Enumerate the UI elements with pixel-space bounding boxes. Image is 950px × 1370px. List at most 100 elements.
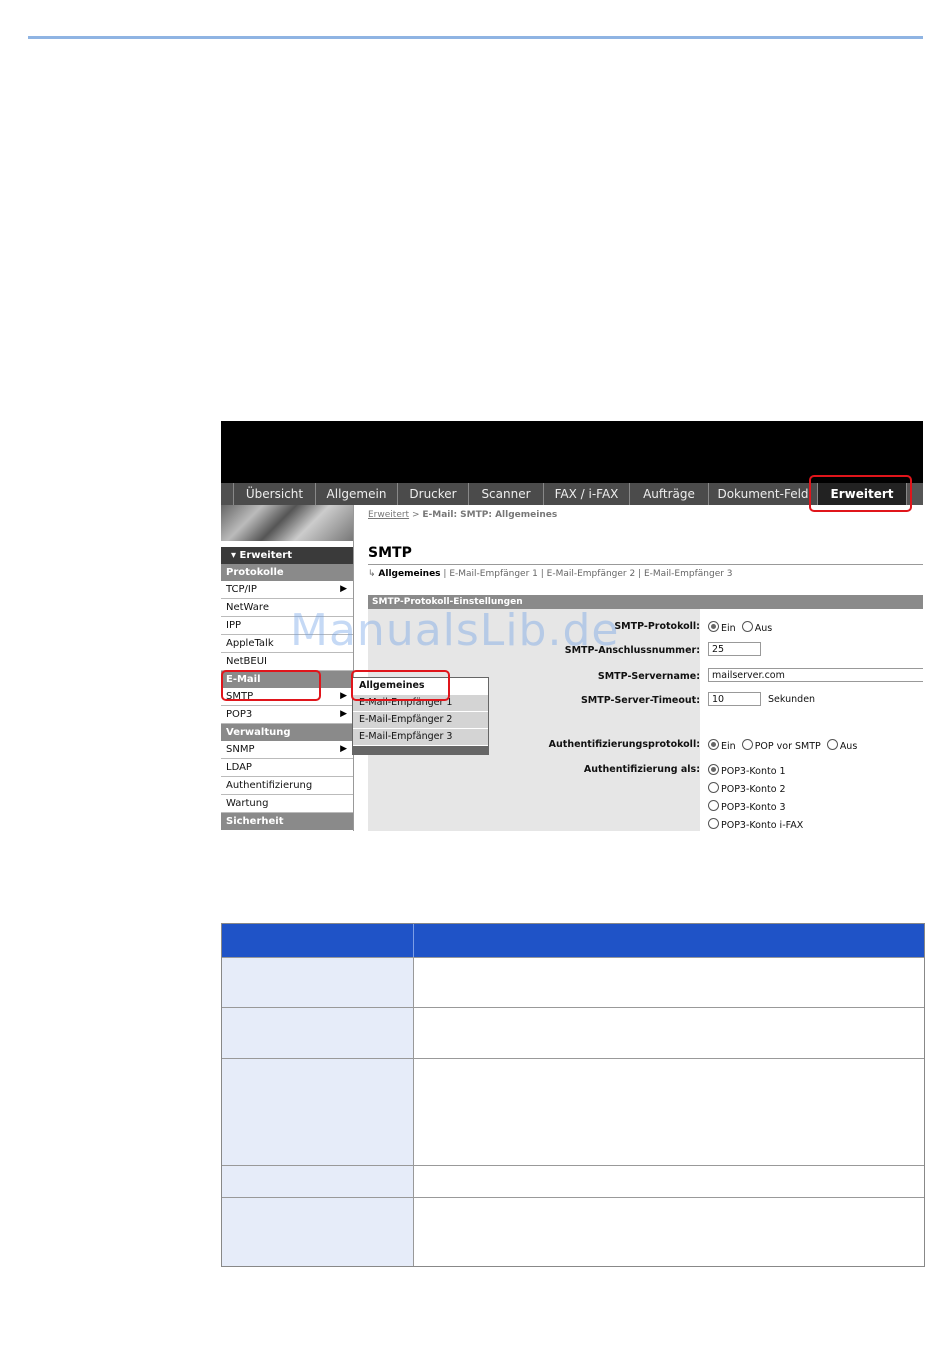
sidebar-item-label: SNMP [226, 744, 255, 755]
table-cell [414, 1166, 924, 1197]
table-cell [222, 1166, 414, 1197]
auth-option-1-label: POP3-Konto 1 [721, 766, 786, 777]
server-name-input[interactable]: mailserver.com [708, 668, 923, 682]
tab-allgemein[interactable]: Allgemein [316, 483, 398, 505]
chevron-right-icon: ▶ [340, 584, 347, 594]
server-field-wrap: mailserver.com [708, 668, 923, 682]
tab-drucker[interactable]: Drucker [398, 483, 469, 505]
auth-protocol-label: Authentifizierungsprotokoll: [548, 739, 700, 750]
sidebar-item-label: AppleTalk [226, 638, 274, 649]
breadcrumb: Erweitert > E-Mail: SMTP: Allgemeines [368, 510, 557, 520]
submenu-empfaenger-2[interactable]: E-Mail-Empfänger 2 [353, 712, 488, 729]
smtp-on-radio[interactable] [708, 621, 719, 632]
sidebar-section-9: Verwaltung [221, 724, 353, 741]
sidebar-item-15[interactable]: Sichere Protokolle [221, 830, 353, 831]
pop-before-smtp-label: POP vor SMTP [754, 741, 821, 752]
table-row [222, 957, 924, 1007]
sidebar-section-14: Sicherheit [221, 813, 353, 830]
sidebar-head[interactable]: ▾ Erweitert [221, 547, 353, 564]
sidebar-item-label: NetBEUI [226, 656, 268, 667]
pop-before-smtp-radio[interactable] [741, 739, 753, 750]
top-divider [28, 36, 923, 39]
subtab-empfaenger-2[interactable]: E-Mail-Empfänger 2 [547, 569, 636, 579]
timeout-label: SMTP-Server-Timeout: [580, 695, 700, 706]
breadcrumb-separator: > [409, 510, 423, 520]
auth-option-1-radio[interactable] [708, 764, 719, 775]
subtab-empfaenger-1[interactable]: E-Mail-Empfänger 1 [449, 569, 538, 579]
auth-option-1: POP3-Konto 1 [708, 764, 786, 777]
table-row [222, 1165, 924, 1197]
table-cell [414, 1059, 924, 1165]
sidebar-item-label: Protokolle [226, 567, 284, 578]
page-title: SMTP [368, 545, 412, 561]
auth-as-label: Authentifizierung als: [583, 764, 700, 775]
auth-option-3: POP3-Konto 3 [708, 800, 786, 813]
table-row [222, 1197, 924, 1266]
auth-off-radio[interactable] [826, 739, 838, 750]
sidebar-item-13[interactable]: Wartung [221, 795, 353, 813]
table-header [222, 924, 924, 957]
highlight-erweitert [809, 475, 912, 512]
sidebar-item-8[interactable]: POP3 ▶ [221, 706, 353, 724]
auth-option-4-radio[interactable] [708, 818, 719, 829]
tabs-spacer [221, 483, 234, 505]
table-row [222, 1007, 924, 1058]
submenu-empfaenger-3[interactable]: E-Mail-Empfänger 3 [353, 729, 488, 746]
chevron-right-icon: ▶ [340, 709, 347, 719]
sidebar-item-label: POP3 [226, 709, 253, 720]
port-input[interactable]: 25 [708, 642, 761, 656]
tab-auftraege[interactable]: Aufträge [630, 483, 709, 505]
table-cell [414, 958, 924, 1007]
header-bar [221, 421, 923, 483]
sidebar-item-12[interactable]: Authentifizierung [221, 777, 353, 795]
sidebar-item-label: Sicherheit [226, 816, 284, 827]
table-row [222, 1058, 924, 1165]
sidebar-item-label: Wartung [226, 798, 269, 809]
subtab-arrow-icon: ↳ [368, 569, 376, 579]
sidebar-item-label: LDAP [226, 762, 252, 773]
auth-on-label: Ein [721, 741, 736, 752]
sidebar-item-label: Verwaltung [226, 727, 291, 738]
subtab-empfaenger-3[interactable]: E-Mail-Empfänger 3 [644, 569, 733, 579]
auth-option-3-radio[interactable] [708, 800, 719, 811]
table-cell [414, 1198, 924, 1266]
table-cell [414, 1008, 924, 1058]
sidebar-item-label: NetWare [226, 602, 269, 613]
timeout-input[interactable]: 10 [708, 692, 761, 706]
auth-protocol-options: Ein POP vor SMTP Aus [708, 739, 857, 752]
tab-fax[interactable]: FAX / i-FAX [544, 483, 630, 505]
main-content: Erweitert > E-Mail: SMTP: Allgemeines SM… [354, 505, 923, 831]
submenu-footer [353, 746, 488, 754]
sidebar-item-label: TCP/IP [226, 584, 257, 595]
sidebar-section-0: Protokolle [221, 564, 353, 581]
chevron-right-icon: ▶ [340, 744, 347, 754]
smtp-off-radio[interactable] [741, 621, 753, 632]
subtabs: ↳ Allgemeines | E-Mail-Empfänger 1 | E-M… [368, 569, 733, 579]
breadcrumb-current: E-Mail: SMTP: Allgemeines [422, 510, 558, 520]
tab-scanner[interactable]: Scanner [469, 483, 544, 505]
breadcrumb-link[interactable]: Erweitert [368, 510, 409, 520]
auth-on-radio[interactable] [708, 739, 719, 750]
chevron-right-icon: ▶ [340, 691, 347, 701]
sidebar-item-10[interactable]: SNMP ▶ [221, 741, 353, 759]
subtab-allgemeines[interactable]: Allgemeines [378, 569, 440, 579]
subtab-separator: | [537, 569, 547, 579]
smtp-off-label: Aus [754, 623, 773, 634]
title-divider [368, 564, 923, 565]
sidebar-item-label: IPP [226, 620, 242, 631]
auth-option-4: POP3-Konto i-FAX [708, 818, 803, 831]
sidebar: ▾ Erweitert Protokolle TCP/IP ▶ NetWare IPP A… [221, 505, 354, 831]
auth-option-2-label: POP3-Konto 2 [721, 784, 786, 795]
sidebar-item-11[interactable]: LDAP [221, 759, 353, 777]
highlight-smtp [221, 670, 321, 701]
subtab-separator: | [635, 569, 644, 579]
auth-option-4-label: POP3-Konto i-FAX [721, 820, 804, 831]
smtp-on-label: Ein [721, 623, 736, 634]
table-cell [222, 1059, 414, 1165]
tab-dokument-feld[interactable]: Dokument-Feld [709, 483, 818, 505]
sidebar-head-label: Erweitert [239, 550, 293, 561]
timeout-field-wrap: 10 Sekunden [708, 692, 815, 706]
auth-option-2-radio[interactable] [708, 782, 719, 793]
sidebar-item-1[interactable]: TCP/IP ▶ [221, 581, 353, 599]
tab-uebersicht[interactable]: Übersicht [234, 483, 316, 505]
